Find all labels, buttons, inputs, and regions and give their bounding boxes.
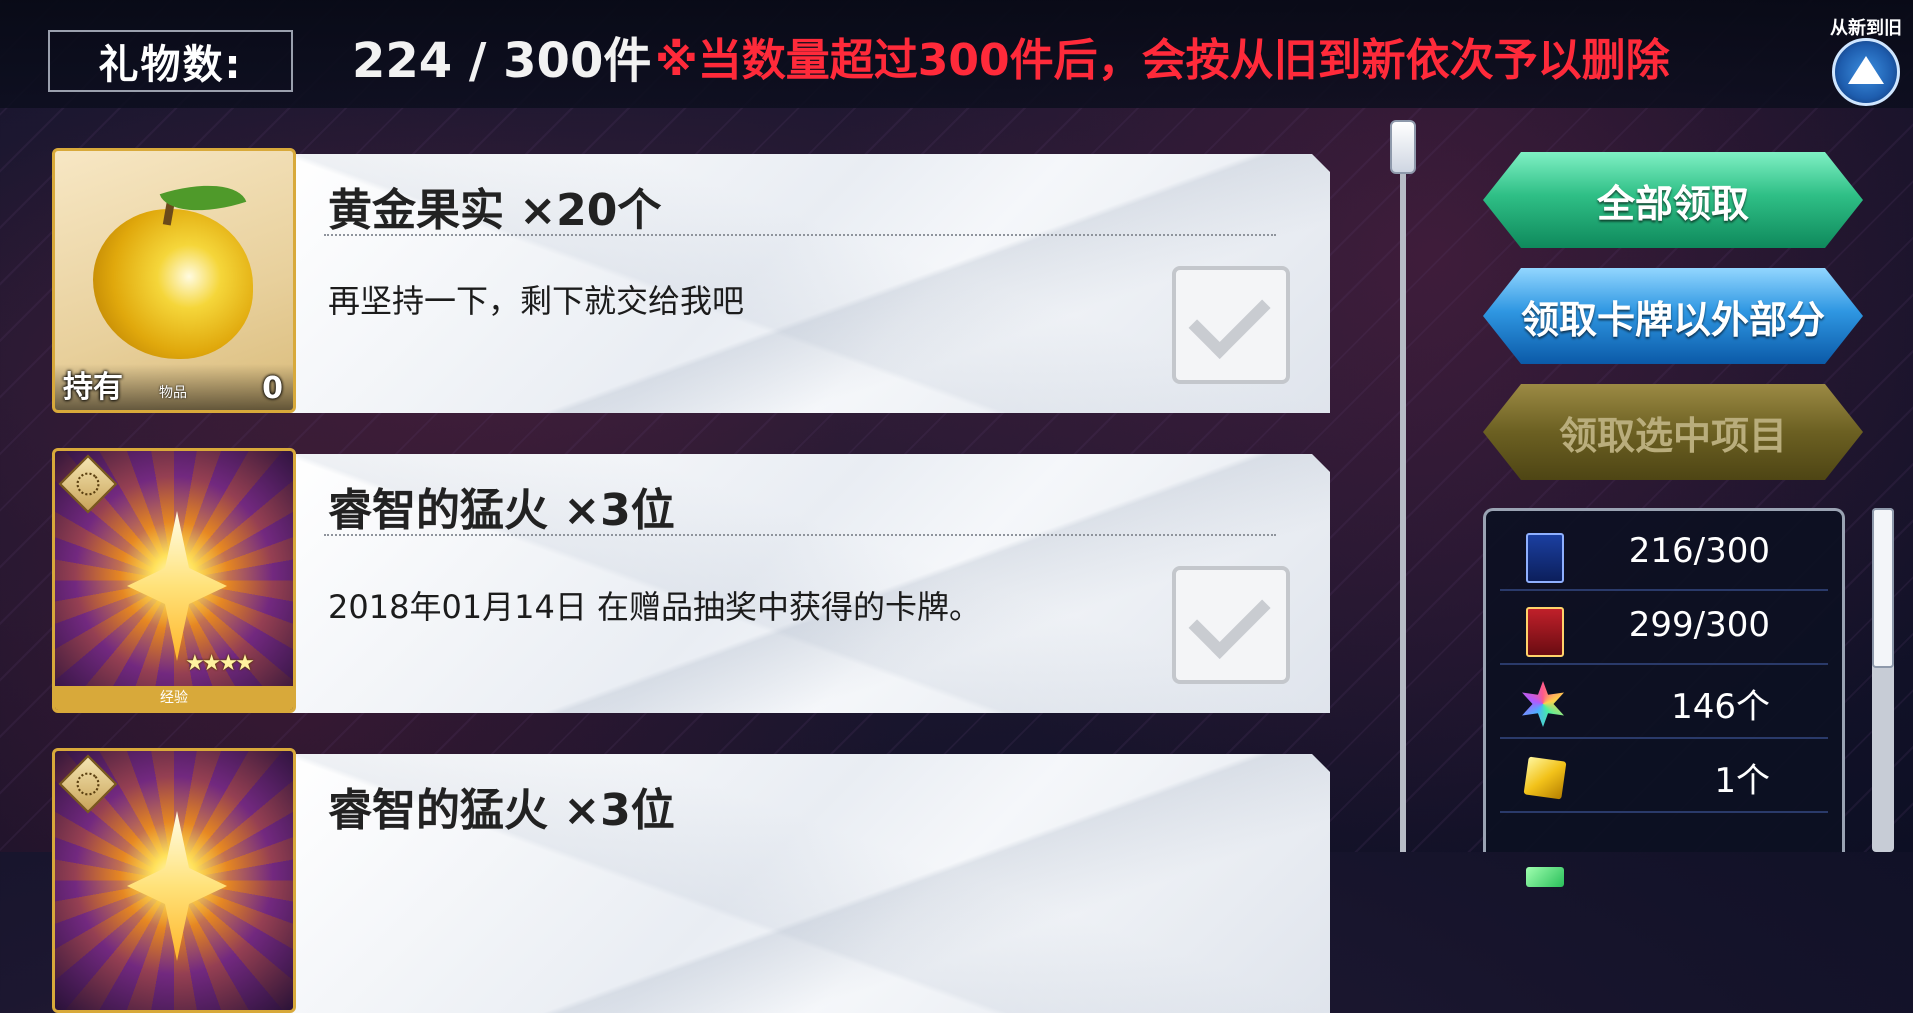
- rarity-stars: ★★★★: [185, 651, 255, 676]
- select-checkbox[interactable]: [1172, 566, 1290, 684]
- gift-list-scroll-track[interactable]: [1400, 120, 1406, 852]
- craft-essence-card-icon: [1526, 607, 1564, 657]
- inventory-value: 1个: [1714, 761, 1770, 801]
- item-kind-label: 物品: [159, 385, 187, 401]
- gift-count-label: 礼物数:: [48, 30, 293, 92]
- claim-all-button[interactable]: 全部领取: [1483, 152, 1863, 248]
- inventory-row: 146个: [1486, 667, 1842, 739]
- gift-name: 睿智的猛火 ×3位: [328, 785, 675, 836]
- header-bar: 礼物数: 224 / 300件 ※当数量超过300件后，会按从旧到新依次予以删除…: [0, 0, 1913, 108]
- gift-list-scroll-thumb[interactable]: [1390, 120, 1416, 174]
- inventory-row: 1个: [1486, 741, 1842, 813]
- craft-essence-badge-icon: [58, 754, 118, 814]
- servant-card-icon: [1526, 533, 1564, 583]
- hold-label: 持有: [63, 370, 123, 405]
- gift-list-item[interactable]: 持有 物品 0 黄金果实 ×20个 再坚持一下，剩下就交给我吧: [52, 148, 1330, 413]
- hold-count: 0: [262, 371, 283, 406]
- dotted-divider: [324, 234, 1276, 236]
- exp-strip: 经验: [55, 686, 293, 710]
- gift-list-item[interactable]: 睿智的猛火 ×3位: [52, 748, 1330, 1013]
- sort-order-label: 从新到旧: [1830, 18, 1902, 39]
- saint-quartz-icon: [1522, 681, 1564, 727]
- four-point-star-icon: [127, 811, 227, 961]
- gift-limit-warning: ※当数量超过300件后，会按从旧到新依次予以删除: [655, 35, 1670, 86]
- craft-essence-icon: [52, 748, 296, 1013]
- gift-description: 再坚持一下，剩下就交给我吧: [328, 282, 745, 320]
- gift-count-value: 224 / 300件: [352, 33, 652, 89]
- inventory-panel: 216/300 299/300 146个 1个: [1483, 508, 1845, 887]
- craft-essence-badge-icon: [58, 454, 118, 514]
- inventory-value: 146个: [1671, 687, 1770, 727]
- gift-description: 2018年01月14日 在赠品抽奖中获得的卡牌。: [328, 588, 982, 626]
- checkmark-icon: [1188, 276, 1271, 359]
- inventory-value: 216/300: [1628, 531, 1770, 571]
- craft-essence-icon: ★★★★ 经验: [52, 448, 296, 713]
- dotted-divider: [324, 534, 1276, 536]
- inventory-scroll-thumb[interactable]: [1872, 508, 1894, 668]
- inventory-row: 299/300: [1486, 593, 1842, 665]
- golden-cube-icon: [1523, 756, 1567, 800]
- claim-non-cards-button[interactable]: 领取卡牌以外部分: [1483, 268, 1863, 364]
- checkmark-icon: [1188, 576, 1271, 659]
- green-item-icon: [1526, 867, 1564, 887]
- inventory-row: 216/300: [1486, 519, 1842, 591]
- select-checkbox[interactable]: [1172, 266, 1290, 384]
- gift-name: 黄金果实 ×20个: [328, 185, 662, 236]
- inventory-row: [1486, 815, 1842, 887]
- sort-order-button[interactable]: [1832, 38, 1900, 106]
- gift-list-item[interactable]: ★★★★ 经验 睿智的猛火 ×3位 2018年01月14日 在赠品抽奖中获得的卡…: [52, 448, 1330, 713]
- golden-fruit-icon: 持有 物品 0: [52, 148, 296, 413]
- triangle-up-icon: [1848, 56, 1884, 84]
- four-point-star-icon: [127, 511, 227, 661]
- gift-name: 睿智的猛火 ×3位: [328, 485, 675, 536]
- claim-selected-button[interactable]: 领取选中项目: [1483, 384, 1863, 480]
- apple-icon: [93, 209, 253, 359]
- inventory-value: 299/300: [1628, 605, 1770, 645]
